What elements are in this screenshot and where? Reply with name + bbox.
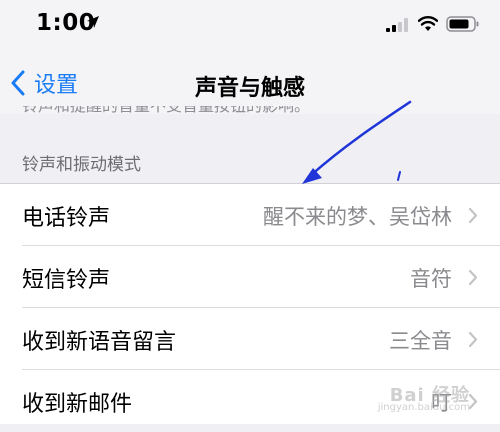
watermark-subtext: jingyan.baidu.com bbox=[377, 402, 470, 413]
list-item-phone-ringtone[interactable]: 电话铃声 醒不来的梦、吴岱林 bbox=[0, 184, 500, 246]
row-value: 醒不来的梦、吴岱林 bbox=[263, 205, 452, 229]
status-bar: 1:00 bbox=[0, 0, 500, 52]
location-arrow-icon bbox=[87, 16, 99, 28]
chevron-right-icon bbox=[468, 207, 478, 224]
row-label: 短信铃声 bbox=[22, 268, 111, 293]
row-value: 三全音 bbox=[389, 329, 452, 353]
chevron-right-icon bbox=[468, 269, 478, 286]
wifi-icon bbox=[418, 16, 438, 31]
section-header: 铃声和振动模式 bbox=[22, 155, 141, 175]
battery-icon bbox=[446, 16, 479, 32]
row-label: 收到新邮件 bbox=[22, 392, 133, 417]
navigation-bar: 设置 声音与触感 bbox=[0, 52, 500, 114]
chevron-right-icon bbox=[468, 331, 478, 348]
section-footer-text: 铃声和提醒的音量不受音量按钮的影响。 bbox=[22, 106, 492, 116]
row-label: 电话铃声 bbox=[22, 206, 111, 231]
row-label: 收到新语音留言 bbox=[22, 330, 177, 355]
list-item-new-voicemail[interactable]: 收到新语音留言 三全音 bbox=[0, 308, 500, 370]
cellular-signal-icon bbox=[386, 18, 408, 32]
page-title: 声音与触感 bbox=[194, 76, 305, 101]
list-item-sms-ringtone[interactable]: 短信铃声 音符 bbox=[0, 246, 500, 308]
row-value: 音符 bbox=[410, 267, 452, 291]
